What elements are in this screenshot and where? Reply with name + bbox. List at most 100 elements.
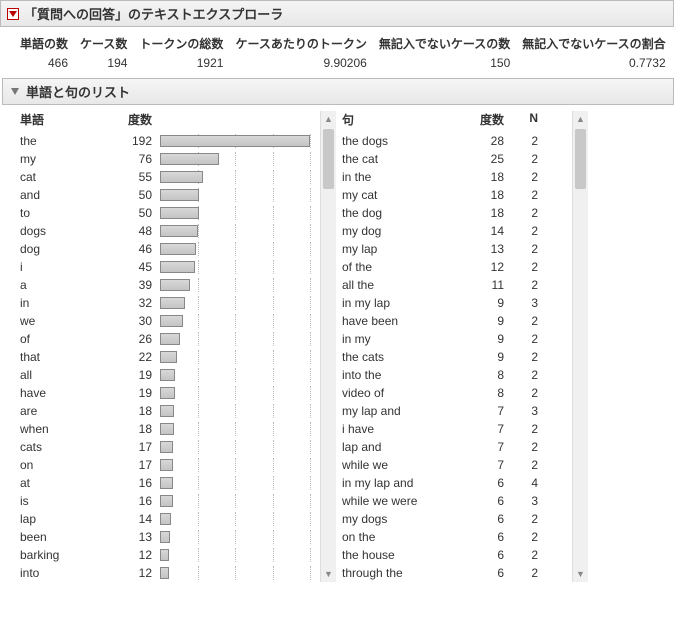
table-row[interactable]: dog46: [20, 240, 320, 258]
table-row[interactable]: in my lap and64: [342, 474, 572, 492]
table-row[interactable]: i45: [20, 258, 320, 276]
freq-bar: [160, 188, 320, 202]
phrase-freq-header: 度数: [472, 111, 512, 128]
table-row[interactable]: are18: [20, 402, 320, 420]
table-row[interactable]: of the122: [342, 258, 572, 276]
table-row[interactable]: while we were63: [342, 492, 572, 510]
freq-bar: [160, 278, 320, 292]
table-row[interactable]: while we72: [342, 456, 572, 474]
phrase-n-cell: 2: [512, 422, 542, 436]
scroll-down-icon[interactable]: ▼: [573, 566, 588, 582]
phrase-cell: in my: [342, 332, 472, 346]
freq-cell: 14: [110, 512, 160, 526]
table-row[interactable]: all19: [20, 366, 320, 384]
phrase-cell: my lap and: [342, 404, 472, 418]
phrase-freq-cell: 12: [472, 260, 512, 274]
table-row[interactable]: to50: [20, 204, 320, 222]
freq-bar: [160, 170, 320, 184]
table-row[interactable]: the dogs282: [342, 132, 572, 150]
scroll-up-icon[interactable]: ▲: [573, 111, 588, 127]
phrase-n-cell: 2: [512, 386, 542, 400]
table-row[interactable]: my76: [20, 150, 320, 168]
main-section-header[interactable]: 「質問への回答」のテキストエクスプローラ: [0, 0, 674, 27]
phrase-cell: have been: [342, 314, 472, 328]
freq-cell: 19: [110, 386, 160, 400]
table-row[interactable]: all the112: [342, 276, 572, 294]
phrase-cell: my dogs: [342, 512, 472, 526]
phrase-freq-cell: 6: [472, 548, 512, 562]
summary-col: 無記入でないケースの割合0.7732: [522, 35, 665, 70]
phrase-n-cell: 3: [512, 404, 542, 418]
table-row[interactable]: on the62: [342, 528, 572, 546]
summary-value: 150: [490, 56, 510, 70]
freq-cell: 45: [110, 260, 160, 274]
scroll-thumb[interactable]: [575, 129, 586, 189]
table-row[interactable]: lap and72: [342, 438, 572, 456]
table-row[interactable]: my dog142: [342, 222, 572, 240]
table-row[interactable]: into the82: [342, 366, 572, 384]
scroll-thumb[interactable]: [323, 129, 334, 189]
table-row[interactable]: in my92: [342, 330, 572, 348]
table-row[interactable]: have19: [20, 384, 320, 402]
scroll-down-icon[interactable]: ▼: [321, 566, 336, 582]
table-row[interactable]: dogs48: [20, 222, 320, 240]
table-row[interactable]: and50: [20, 186, 320, 204]
phrase-n-cell: 2: [512, 278, 542, 292]
table-row[interactable]: the house62: [342, 546, 572, 564]
phrase-freq-cell: 7: [472, 422, 512, 436]
freq-cell: 192: [110, 134, 160, 148]
table-row[interactable]: lap14: [20, 510, 320, 528]
table-row[interactable]: have been92: [342, 312, 572, 330]
chevron-down-icon[interactable]: [6, 7, 20, 21]
freq-bar: [160, 242, 320, 256]
phrase-n-cell: 2: [512, 566, 542, 580]
table-row[interactable]: i have72: [342, 420, 572, 438]
phrase-scrollbar[interactable]: ▲ ▼: [572, 111, 588, 582]
word-cell: dogs: [20, 224, 110, 238]
phrase-cell: the dogs: [342, 134, 472, 148]
table-row[interactable]: video of82: [342, 384, 572, 402]
word-scrollbar[interactable]: ▲ ▼: [320, 111, 336, 582]
word-header: 単語: [20, 111, 110, 128]
table-row[interactable]: the cat252: [342, 150, 572, 168]
phrase-freq-cell: 9: [472, 314, 512, 328]
table-row[interactable]: of26: [20, 330, 320, 348]
table-row[interactable]: on17: [20, 456, 320, 474]
table-row[interactable]: cat55: [20, 168, 320, 186]
table-row[interactable]: my dogs62: [342, 510, 572, 528]
table-row[interactable]: my cat182: [342, 186, 572, 204]
phrase-header: 句: [342, 111, 472, 128]
freq-header: 度数: [110, 111, 160, 128]
table-row[interactable]: barking12: [20, 546, 320, 564]
table-row[interactable]: in my lap93: [342, 294, 572, 312]
table-row[interactable]: at16: [20, 474, 320, 492]
table-row[interactable]: the dog182: [342, 204, 572, 222]
phrase-cell: of the: [342, 260, 472, 274]
phrase-freq-cell: 7: [472, 404, 512, 418]
sub-section-header[interactable]: 単語と句のリスト: [2, 78, 674, 105]
table-row[interactable]: through the62: [342, 564, 572, 582]
table-row[interactable]: the cats92: [342, 348, 572, 366]
phrase-n-cell: 4: [512, 476, 542, 490]
table-row[interactable]: my lap132: [342, 240, 572, 258]
table-row[interactable]: been13: [20, 528, 320, 546]
table-row[interactable]: cats17: [20, 438, 320, 456]
phrase-cell: the cats: [342, 350, 472, 364]
table-row[interactable]: in the182: [342, 168, 572, 186]
scroll-up-icon[interactable]: ▲: [321, 111, 336, 127]
table-row[interactable]: into12: [20, 564, 320, 582]
phrase-n-cell: 2: [512, 350, 542, 364]
table-row[interactable]: we30: [20, 312, 320, 330]
summary-value: 0.7732: [629, 56, 666, 70]
table-row[interactable]: in32: [20, 294, 320, 312]
word-cell: when: [20, 422, 110, 436]
freq-cell: 30: [110, 314, 160, 328]
table-row[interactable]: my lap and73: [342, 402, 572, 420]
phrase-n-cell: 2: [512, 260, 542, 274]
table-row[interactable]: that22: [20, 348, 320, 366]
table-row[interactable]: the192: [20, 132, 320, 150]
table-row[interactable]: is16: [20, 492, 320, 510]
chevron-down-icon[interactable]: [8, 85, 22, 99]
table-row[interactable]: a39: [20, 276, 320, 294]
table-row[interactable]: when18: [20, 420, 320, 438]
